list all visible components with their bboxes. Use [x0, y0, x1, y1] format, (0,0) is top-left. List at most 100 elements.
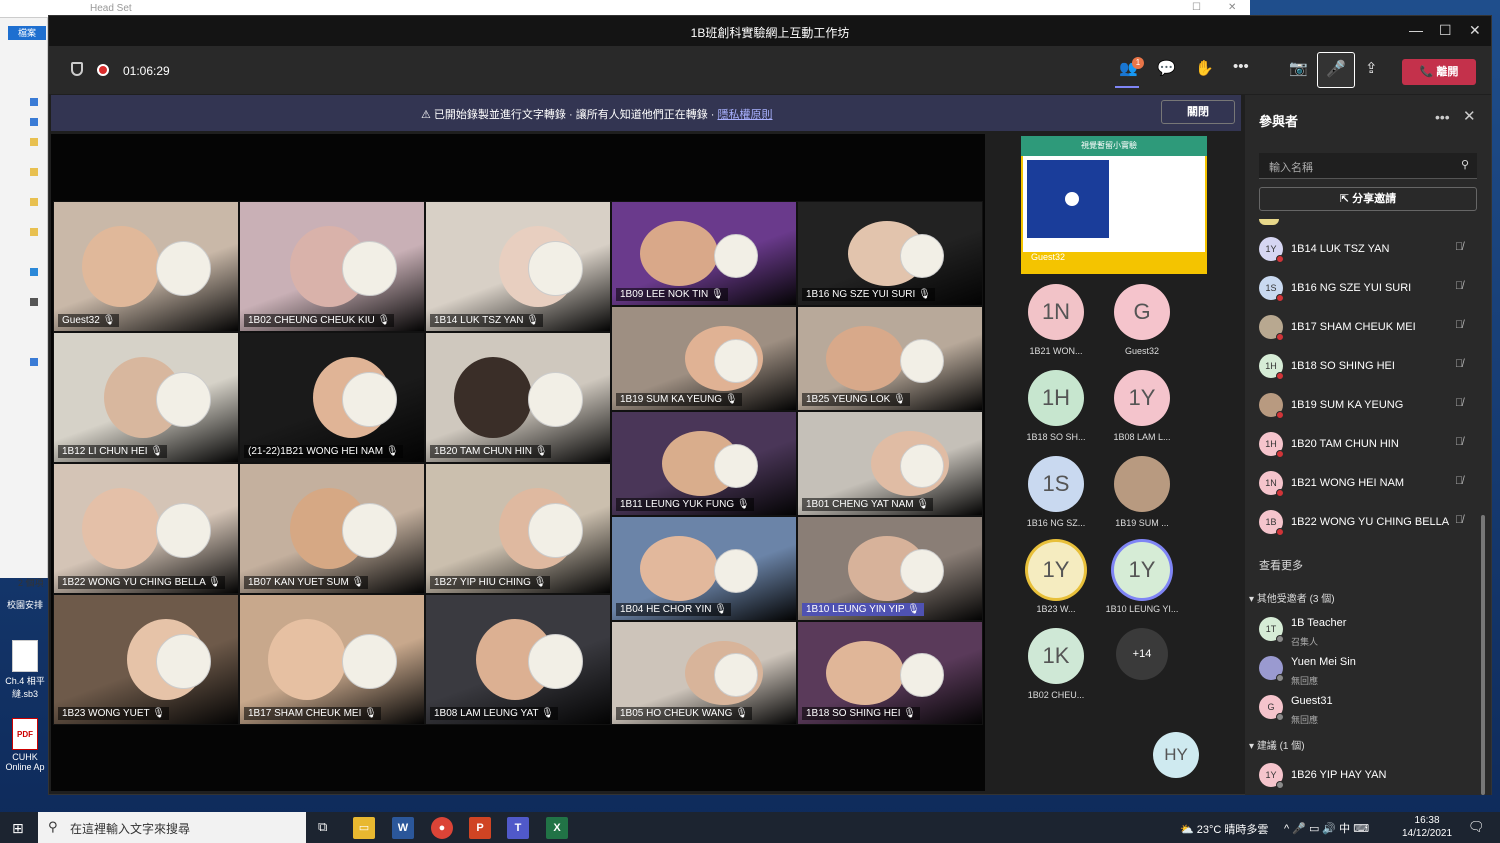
teams-icon[interactable]: T	[507, 817, 529, 839]
video-tile[interactable]: (21-22)1B21 WONG HEI NAM 🎙 🎙	[239, 332, 425, 463]
leave-button[interactable]: 📞 離開	[1402, 59, 1476, 85]
video-tile[interactable]: 1B10 LEUNG YIN YIP 🎙 🎙	[797, 516, 983, 621]
mic-muted-icon[interactable]: 🎙̸	[1455, 436, 1463, 448]
powerpoint-icon[interactable]: P	[469, 817, 491, 839]
mic-muted-icon[interactable]: 🎙̸	[1455, 241, 1463, 253]
video-tile[interactable]: 1B05 HO CHEUK WANG 🎙 🎙	[611, 621, 797, 725]
participant-row[interactable]: 1H 1B18 SO SHING HEI 🎙̸	[1259, 350, 1477, 384]
participant-row[interactable]: 1B17 SHAM CHEUK MEI 🎙̸	[1259, 311, 1477, 345]
video-tile[interactable]: 1B11 LEUNG YUK FUNG 🎙 🎙	[611, 411, 797, 516]
desktop-icon[interactable]	[30, 118, 38, 126]
shared-screen-thumbnail[interactable]: 視覺暫留小實驗 Guest32	[1021, 136, 1207, 274]
video-tile[interactable]: 1B04 HE CHOR YIN 🎙 🎙	[611, 516, 797, 621]
video-tile[interactable]: 1B09 LEE NOK TIN 🎙 🎙	[611, 201, 797, 306]
mic-muted-icon[interactable]: 🎙̸	[1455, 514, 1463, 526]
mic-muted-icon[interactable]: 🎙̸	[1455, 319, 1463, 331]
share-invite-button[interactable]: ⇱ 分享邀請	[1259, 187, 1477, 211]
participant-row[interactable]: Yuen Mei Sin 無回應	[1259, 652, 1477, 686]
folder-icon[interactable]	[30, 198, 38, 206]
close-pane-icon[interactable]: ✕	[1463, 107, 1476, 125]
video-tile[interactable]: 1B12 LI CHUN HEI 🎙 🎙	[53, 332, 239, 463]
maximize-icon[interactable]: ☐	[1439, 22, 1452, 39]
video-tile[interactable]: 1B01 CHENG YAT NAM 🎙 🎙	[797, 411, 983, 516]
shield-icon[interactable]	[71, 62, 83, 76]
maximize-icon[interactable]: ☐	[1192, 2, 1201, 13]
video-tile[interactable]: 1B23 WONG YUET 🎙 🎙	[53, 594, 239, 725]
video-tile[interactable]: 1B25 YEUNG LOK 🎙 🎙	[797, 306, 983, 411]
more-options-icon[interactable]: •••	[1233, 58, 1249, 75]
desktop-file-sb3[interactable]: Ch.4 相平 縫.sb3	[4, 640, 46, 700]
file-tab[interactable]: 檔案	[8, 26, 46, 40]
gallery-participant[interactable]: 1H 1B18 SO SH...	[1011, 370, 1101, 442]
share-screen-icon[interactable]: ⇪	[1365, 59, 1378, 77]
more-options-icon[interactable]: •••	[1435, 109, 1450, 125]
camera-off-icon[interactable]: 📷	[1289, 59, 1308, 77]
notification-icon[interactable]: 🗨	[1468, 819, 1485, 835]
close-icon[interactable]: ✕	[1228, 2, 1236, 13]
video-tile[interactable]: 1B20 TAM CHUN HIN 🎙 🎙	[425, 332, 611, 463]
participant-row[interactable]: 1T 1B Teacher 召集人	[1259, 613, 1477, 647]
chrome-icon[interactable]: ●	[431, 817, 453, 839]
participant-row[interactable]: 1B 1B22 WONG YU CHING BELLA 🎙̸	[1259, 506, 1477, 540]
others-section-header[interactable]: ▾ 其他受邀者 (3 個)	[1249, 590, 1335, 605]
gallery-participant[interactable]: 1S 1B16 NG SZ...	[1011, 456, 1101, 528]
task-view-icon[interactable]: ⧉	[318, 819, 327, 835]
video-tile[interactable]: 1B08 LAM LEUNG YAT 🎙 🎙	[425, 594, 611, 725]
mic-muted-icon[interactable]: 🎙̸	[1455, 397, 1463, 409]
gallery-participant[interactable]: G Guest32	[1097, 284, 1187, 356]
folder-icon[interactable]	[30, 168, 38, 176]
participant-row[interactable]: 1S 1B16 NG SZE YUI SURI 🎙̸	[1259, 272, 1477, 306]
windows-start-icon[interactable]: ⊞	[12, 820, 24, 837]
suggest-section-header[interactable]: ▾ 建議 (1 個)	[1249, 737, 1305, 752]
video-tile[interactable]: 1B07 KAN YUET SUM 🎙 🎙	[239, 463, 425, 594]
pane-scrollbar[interactable]	[1481, 515, 1485, 795]
ime-indicator[interactable]: 中	[1339, 823, 1350, 835]
participant-row[interactable]: 1N 1B21 WONG HEI NAM 🎙̸	[1259, 467, 1477, 501]
chat-icon[interactable]: 💬	[1157, 59, 1176, 77]
onedrive-icon[interactable]	[30, 268, 38, 276]
minimize-icon[interactable]: —	[1409, 22, 1423, 38]
quick-access-icon[interactable]	[30, 98, 38, 106]
word-icon[interactable]: W	[392, 817, 414, 839]
microphone-button[interactable]: 🎤	[1317, 52, 1355, 88]
banner-close-button[interactable]: 關閉	[1161, 100, 1235, 124]
privacy-link[interactable]: 隱私權原則	[717, 109, 772, 121]
gallery-participant[interactable]: 1Y 1B10 LEUNG YI...	[1097, 542, 1187, 614]
close-icon[interactable]: ✕	[1469, 22, 1481, 39]
mic-muted-icon[interactable]: 🎙̸	[1455, 280, 1463, 292]
folder-icon[interactable]	[30, 228, 38, 236]
network-icon[interactable]	[30, 358, 38, 366]
reactions-icon[interactable]: ✋	[1195, 59, 1214, 77]
video-tile[interactable]: 1B02 CHEUNG CHEUK KIU 🎙 🎙	[239, 201, 425, 332]
mic-muted-icon[interactable]: 🎙̸	[1455, 358, 1463, 370]
video-tile[interactable]: 1B14 LUK TSZ YAN 🎙 🎙	[425, 201, 611, 332]
gallery-participant[interactable]: 1K 1B02 CHEU...	[1011, 628, 1101, 700]
participant-row[interactable]: 1Y 1B26 YIP HAY YAN	[1259, 759, 1477, 793]
video-tile[interactable]: 1B27 YIP HIU CHING 🎙 🎙	[425, 463, 611, 594]
system-tray[interactable]: ^ 🎤 ▭ 🔊 中 ⌨	[1284, 820, 1369, 836]
gallery-participant[interactable]: +14	[1097, 628, 1187, 686]
weather-widget[interactable]: ⛅ 23°C 晴時多雲	[1180, 821, 1268, 837]
this-pc-icon[interactable]	[30, 298, 38, 306]
mic-muted-icon[interactable]: 🎙̸	[1455, 475, 1463, 487]
participant-row[interactable]: 1Y 1B14 LUK TSZ YAN 🎙̸	[1259, 233, 1477, 267]
video-tile[interactable]: 1B17 SHAM CHEUK MEI 🎙 🎙	[239, 594, 425, 725]
taskbar-search-box[interactable]: ⚲ 在這裡輸入文字來搜尋	[38, 812, 306, 843]
video-tile[interactable]: 1B18 SO SHING HEI 🎙 🎙	[797, 621, 983, 725]
participant-row[interactable]: G Guest31 無回應	[1259, 691, 1477, 725]
participant-row[interactable]: 1H 1B20 TAM CHUN HIN 🎙̸	[1259, 428, 1477, 462]
participant-row[interactable]: 1B19 SUM KA YEUNG 🎙̸	[1259, 389, 1477, 423]
video-tile[interactable]: 1B19 SUM KA YEUNG 🎙 🎙	[611, 306, 797, 411]
gallery-participant[interactable]: 1Y 1B23 W...	[1011, 542, 1101, 614]
gallery-participant[interactable]: 1Y 1B08 LAM L...	[1097, 370, 1187, 442]
file-explorer-icon[interactable]: ▭	[353, 817, 375, 839]
video-tile[interactable]: 1B16 NG SZE YUI SURI 🎙 🎙	[797, 201, 983, 306]
gallery-participant[interactable]: 1B19 SUM ...	[1097, 456, 1187, 528]
video-tile[interactable]: Guest32 🎙 🎙	[53, 201, 239, 332]
desktop-file-pdf[interactable]: PDF CUHK Online Ap	[4, 718, 46, 772]
folder-icon[interactable]	[30, 138, 38, 146]
see-more-link[interactable]: 查看更多	[1259, 557, 1303, 573]
clock[interactable]: 16:38 14/12/2021	[1402, 814, 1452, 840]
video-tile[interactable]: 1B22 WONG YU CHING BELLA 🎙 🎙	[53, 463, 239, 594]
gallery-participant[interactable]: 1N 1B21 WON...	[1011, 284, 1101, 356]
